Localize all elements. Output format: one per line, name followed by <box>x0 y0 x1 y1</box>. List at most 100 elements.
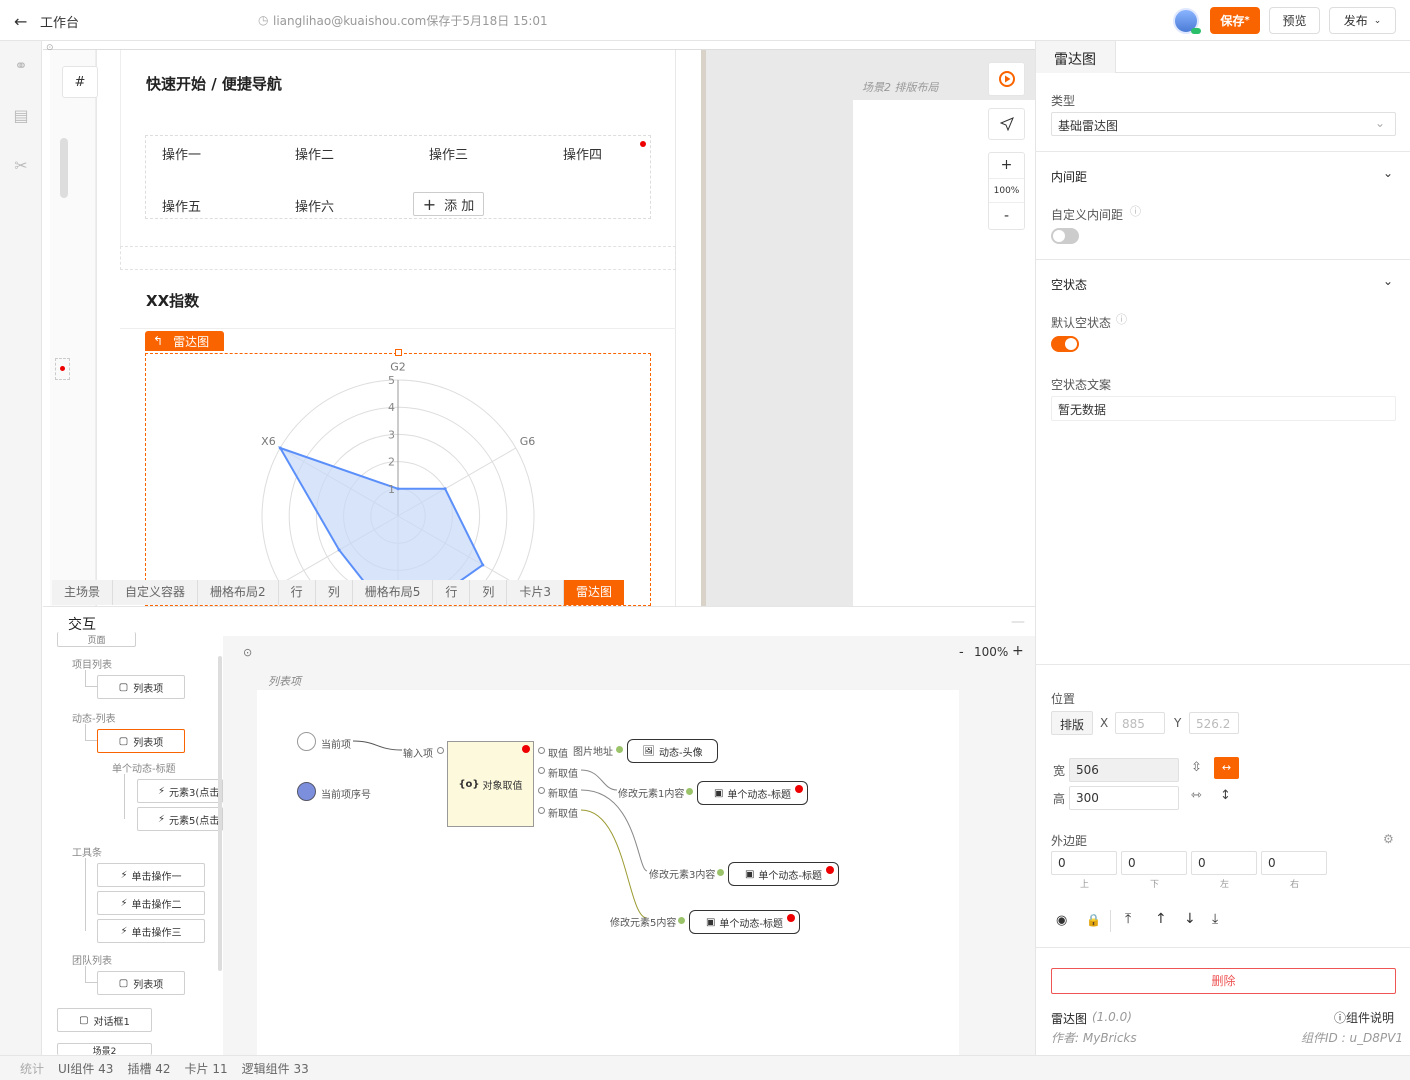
chevron-down-icon[interactable]: ⌄ <box>1383 274 1393 288</box>
op-item-6[interactable]: 操作六 <box>295 196 334 215</box>
margin-left-input[interactable]: 0 <box>1191 851 1257 875</box>
tree-node-selected[interactable]: ▢ 列表项 <box>97 729 185 753</box>
breadcrumb-item[interactable]: 主场景 <box>52 580 114 605</box>
target-node[interactable]: 🖼 动态-头像 <box>627 739 718 763</box>
back-arrow-icon[interactable]: ← <box>14 12 27 31</box>
graph-zoom-in[interactable]: + <box>1012 643 1024 659</box>
output-port[interactable] <box>538 787 545 794</box>
margin-right-input[interactable]: 0 <box>1261 851 1327 875</box>
fill-width-icon[interactable]: ↔ <box>1214 757 1239 779</box>
delete-button[interactable]: 删除 <box>1051 968 1396 994</box>
breadcrumb-item[interactable]: 自定义容器 <box>113 580 199 605</box>
fit-width-icon[interactable]: ⇳ <box>1191 760 1202 775</box>
breadcrumb-item[interactable]: 列 <box>470 580 508 605</box>
tree-node-partial[interactable]: 页面 <box>57 632 136 647</box>
target-node[interactable]: ▣ 单个动态-标题 <box>728 862 839 886</box>
eye-icon[interactable]: ◉ <box>1056 913 1067 928</box>
tree-node[interactable]: ⚡ 单击操作一 <box>97 863 205 887</box>
object-value-node[interactable]: {o} 对象取值 <box>447 741 534 827</box>
tree-node[interactable]: ⚡ 元素3(点击 <box>137 779 223 803</box>
default-empty-toggle[interactable] <box>1051 336 1079 352</box>
zoom-out-button[interactable]: - <box>989 203 1024 229</box>
input-node-circle[interactable] <box>297 732 316 751</box>
history-icon[interactable]: ▤ <box>12 106 30 125</box>
preview-button[interactable]: 预览 <box>1269 7 1320 34</box>
x-input[interactable]: 885 <box>1115 712 1165 734</box>
collapse-icon[interactable]: — <box>1011 614 1025 630</box>
radar-tag[interactable]: ↰ 雷达图 <box>145 331 224 351</box>
workbench-link[interactable]: 工作台 <box>40 12 79 31</box>
input-port[interactable] <box>437 747 444 754</box>
publish-button[interactable]: 发布 ⌄ <box>1329 7 1396 34</box>
hash-button[interactable]: # <box>62 66 98 98</box>
type-select[interactable]: 基础雷达图 ⌄ <box>1051 112 1396 136</box>
tree-node[interactable]: ▢ 对话框1 <box>57 1008 152 1032</box>
gear-icon[interactable]: ⚙ <box>1383 832 1394 846</box>
navigate-icon[interactable] <box>988 108 1025 140</box>
tools-icon[interactable]: ✂ <box>12 156 30 175</box>
doc-link[interactable]: ⓘ组件说明 <box>1334 1009 1394 1026</box>
breadcrumb-item[interactable]: 行 <box>433 580 471 605</box>
component-id: 组件ID : u_D8PV1 <box>1301 1031 1404 1045</box>
margin-bottom-input[interactable]: 0 <box>1121 851 1187 875</box>
output-port[interactable] <box>538 747 545 754</box>
breadcrumb-item[interactable]: 行 <box>279 580 316 605</box>
lock-icon[interactable]: 🔒 <box>1086 913 1101 927</box>
y-input[interactable]: 526.2 <box>1189 712 1239 734</box>
tree-node[interactable]: ▢ 列表项 <box>97 971 185 995</box>
op-item-3[interactable]: 操作三 <box>429 144 468 163</box>
breadcrumb-item[interactable]: 栅格布局2 <box>198 580 279 605</box>
layout-button[interactable]: 排版 <box>1051 711 1093 735</box>
op-item-2[interactable]: 操作二 <box>295 144 334 163</box>
output-port[interactable] <box>538 807 545 814</box>
play-icon[interactable] <box>988 62 1025 96</box>
op-item-5[interactable]: 操作五 <box>162 196 201 215</box>
tree-node[interactable]: ⚡ 单击操作二 <box>97 891 205 915</box>
scroll-thumb[interactable] <box>60 138 68 198</box>
status-card-count: 卡片 11 <box>184 1061 228 1076</box>
move-bottom-icon[interactable]: ⤓ <box>1212 911 1218 927</box>
op-item-1[interactable]: 操作一 <box>162 144 201 163</box>
tree-node-label: 单击操作一 <box>131 871 182 883</box>
input-index-node[interactable] <box>297 782 316 801</box>
move-down-icon[interactable]: ↓ <box>1184 911 1196 927</box>
add-button[interactable]: + 添 加 <box>413 192 484 216</box>
tree-node[interactable]: ⚡ 元素5(点击 <box>137 807 223 831</box>
output-port[interactable] <box>538 767 545 774</box>
chevron-down-icon[interactable]: ⌄ <box>1383 166 1393 180</box>
target-node[interactable]: ▣ 单个动态-标题 <box>697 781 808 805</box>
move-top-icon[interactable]: ⤒ <box>1125 911 1131 927</box>
move-up-icon[interactable]: ↑ <box>1155 911 1167 927</box>
tree-node[interactable]: ⚡ 单击操作三 <box>97 919 205 943</box>
fit-height-icon[interactable]: ⇿ <box>1191 788 1202 803</box>
breadcrumb-item[interactable]: 雷达图 <box>564 580 625 605</box>
locate-icon[interactable]: ⊙ <box>243 646 252 659</box>
target-port[interactable] <box>686 788 693 795</box>
breadcrumb-item[interactable]: 列 <box>316 580 353 605</box>
custom-padding-toggle[interactable] <box>1051 228 1079 244</box>
fill-height-icon[interactable]: ↕ <box>1220 788 1231 803</box>
empty-text-input[interactable]: 暂无数据 <box>1051 396 1396 421</box>
margin-top-input[interactable]: 0 <box>1051 851 1117 875</box>
tree-node[interactable]: ▢ 列表项 <box>97 675 185 699</box>
tree-node-partial[interactable]: 场景2 <box>57 1043 152 1055</box>
plugin-icon[interactable]: ⚭ <box>12 56 30 75</box>
breadcrumb-item[interactable]: 卡片3 <box>507 580 565 605</box>
tree-scrollbar[interactable] <box>218 656 222 971</box>
target-node[interactable]: ▣ 单个动态-标题 <box>689 910 800 934</box>
zoom-in-button[interactable]: + <box>989 153 1024 178</box>
margin-bottom-caption: 下 <box>1150 880 1160 890</box>
save-button[interactable]: 保存 * <box>1210 7 1260 34</box>
tab-radar[interactable]: 雷达图 <box>1036 41 1116 73</box>
op-item-4[interactable]: 操作四 <box>563 144 602 163</box>
width-input[interactable]: 506 <box>1069 758 1179 782</box>
avatar[interactable] <box>1173 8 1201 34</box>
breadcrumb-item[interactable]: 栅格布局5 <box>353 580 434 605</box>
height-input[interactable]: 300 <box>1069 786 1179 810</box>
target-port[interactable] <box>616 746 623 753</box>
graph-zoom-out[interactable]: - <box>959 645 964 660</box>
target-port[interactable] <box>678 917 685 924</box>
target-port[interactable] <box>717 869 724 876</box>
radar-tick-label: 4 <box>388 401 395 414</box>
toggle-knob <box>1053 230 1065 242</box>
